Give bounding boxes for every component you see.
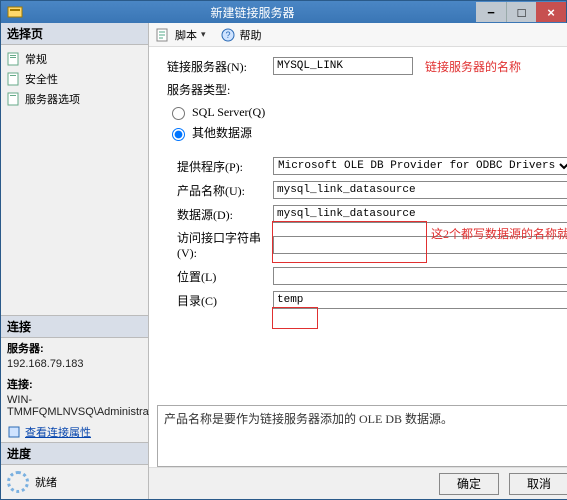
window-buttons: − □ ×	[476, 2, 566, 22]
form-area: 链接服务器(N): 链接服务器的名称 服务器类型: SQL Server(Q) …	[149, 47, 567, 405]
help-button[interactable]: 帮助	[240, 27, 262, 43]
server-value: 192.168.79.183	[1, 358, 148, 374]
sidebar-item-label: 服务器选项	[25, 91, 80, 107]
sidebar-item-label: 常规	[25, 51, 47, 67]
cancel-button[interactable]: 取消	[509, 473, 567, 495]
titlebar: 新建链接服务器 − □ ×	[1, 1, 566, 23]
select-page-header: 选择页	[1, 23, 148, 45]
provider-select[interactable]: Microsoft OLE DB Provider for ODBC Drive…	[273, 157, 567, 175]
toolbar: 脚本 ▾ ? 帮助	[149, 23, 567, 47]
linked-server-label: 链接服务器(N):	[157, 58, 267, 75]
radio-sql-server-input[interactable]	[172, 107, 185, 120]
datasource-label: 数据源(D):	[157, 206, 267, 223]
product-name-input[interactable]	[273, 181, 567, 199]
app-icon	[7, 4, 23, 20]
maximize-button[interactable]: □	[506, 2, 536, 22]
script-icon	[155, 27, 171, 43]
radio-other-source[interactable]: 其他数据源	[167, 124, 567, 141]
description-box: 产品名称是要作为链接服务器添加的 OLE DB 数据源。	[157, 405, 567, 467]
close-button[interactable]: ×	[536, 2, 566, 22]
chevron-down-icon[interactable]: ▾	[201, 29, 206, 40]
provider-string-label: 访问接口字符串(V):	[157, 229, 267, 261]
page-list: 常规 安全性 服务器选项	[1, 45, 148, 113]
window-title: 新建链接服务器	[29, 4, 476, 21]
properties-icon	[7, 425, 21, 439]
view-connection-properties-link[interactable]: 查看连接属性	[1, 422, 148, 442]
sidebar-item-server-options[interactable]: 服务器选项	[1, 89, 148, 109]
progress-text: 就绪	[35, 474, 57, 490]
sidebar-item-label: 安全性	[25, 71, 58, 87]
catalog-input[interactable]	[273, 291, 567, 309]
radio-sql-server[interactable]: SQL Server(Q)	[167, 104, 567, 120]
help-icon: ?	[220, 27, 236, 43]
annotation-link-name: 链接服务器的名称	[425, 58, 521, 75]
dialog-footer: 确定 取消	[149, 467, 567, 499]
login-value: WIN-TMMFQMLNVSQ\Administrat	[1, 394, 148, 422]
login-label: 连接:	[1, 374, 148, 394]
sidebar-item-security[interactable]: 安全性	[1, 69, 148, 89]
page-icon	[7, 92, 21, 106]
radio-other-input[interactable]	[172, 128, 185, 141]
script-button[interactable]: 脚本	[175, 27, 197, 43]
datasource-input[interactable]	[273, 205, 567, 223]
main-panel: 脚本 ▾ ? 帮助 链接服务器(N): 链接服务器的名称 服务器类型:	[149, 23, 567, 499]
catalog-label: 目录(C)	[157, 292, 267, 309]
page-icon	[7, 72, 21, 86]
linked-server-input[interactable]	[273, 57, 413, 75]
location-label: 位置(L)	[157, 268, 267, 285]
dialog-body: 选择页 常规 安全性 服务器选项 连接 服务器: 192.	[1, 23, 566, 499]
connection-section: 连接 服务器: 192.168.79.183 连接: WIN-TMMFQMLNV…	[1, 315, 148, 442]
page-icon	[7, 52, 21, 66]
radio-sql-label: SQL Server(Q)	[192, 105, 265, 120]
progress-spinner-icon	[7, 471, 29, 493]
location-input[interactable]	[273, 267, 567, 285]
radio-other-label: 其他数据源	[192, 124, 252, 141]
link-text: 查看连接属性	[25, 424, 91, 440]
annotation-datasource-note: 这2个都写数据源的名称就行	[431, 225, 567, 242]
description-text: 产品名称是要作为链接服务器添加的 OLE DB 数据源。	[164, 412, 453, 426]
server-label: 服务器:	[1, 338, 148, 358]
progress-header: 进度	[1, 443, 148, 465]
progress-section: 进度 就绪	[1, 442, 148, 499]
ok-button[interactable]: 确定	[439, 473, 499, 495]
svg-text:?: ?	[225, 30, 230, 40]
connection-header: 连接	[1, 316, 148, 338]
dialog-window: 新建链接服务器 − □ × 选择页 常规 安全性 服务器选项	[0, 0, 567, 500]
server-type-label: 服务器类型:	[157, 81, 267, 98]
minimize-button[interactable]: −	[476, 2, 506, 22]
sidebar: 选择页 常规 安全性 服务器选项 连接 服务器: 192.	[1, 23, 149, 499]
sidebar-item-general[interactable]: 常规	[1, 49, 148, 69]
product-name-label: 产品名称(U):	[157, 182, 267, 199]
provider-label: 提供程序(P):	[157, 158, 267, 175]
